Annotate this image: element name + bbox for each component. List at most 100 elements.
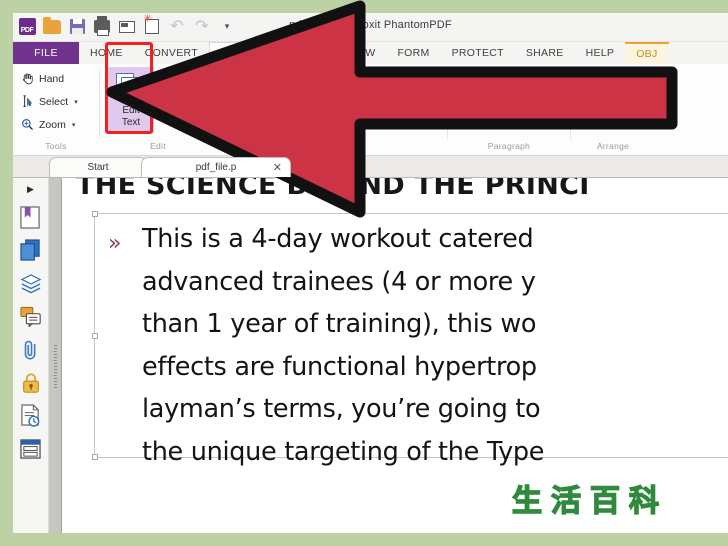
- justify-icon: [541, 75, 556, 88]
- chevron-down-icon[interactable]: ▾: [287, 103, 291, 111]
- decrease-indent-button[interactable]: [482, 95, 507, 118]
- tab-file[interactable]: FILE: [13, 42, 79, 64]
- ribbon: Hand Select ▾ Zoom ▾ Tools Edit Text Edi…: [13, 42, 728, 156]
- tab-protect[interactable]: PROTECT: [441, 42, 515, 64]
- edit-object-button[interactable]: Edit Obj...: [160, 67, 206, 133]
- ribbon-group-edit: Edit Text Edit Obj... Edit: [100, 64, 216, 155]
- align-right-button[interactable]: [509, 70, 534, 93]
- tab-form[interactable]: FORM: [386, 42, 440, 64]
- digital-signature-icon[interactable]: [18, 399, 44, 432]
- svg-text:A: A: [514, 102, 518, 108]
- tab-object[interactable]: OBJ: [625, 42, 669, 64]
- body-line: This is a 4-day workout catered: [142, 224, 534, 254]
- align-left-button[interactable]: [455, 70, 480, 93]
- ribbon-group-arrange: Arrange Rotate Arrange: [571, 64, 655, 155]
- application-window: PDF ↶ ↷ ▾ pdf_file.pdf - Foxit PhantomPD…: [13, 13, 728, 533]
- resize-handle-middle-left[interactable]: [92, 332, 98, 339]
- subscript-button[interactable]: X₂: [247, 101, 259, 113]
- pane-splitter[interactable]: [49, 178, 62, 533]
- watermark-url: www.bimeiz.com: [534, 514, 650, 530]
- font-name-combobox[interactable]: …-Book(Embedde ▾: [225, 72, 373, 92]
- attachments-icon[interactable]: [18, 333, 44, 366]
- rotate-button[interactable]: Rotate: [576, 96, 630, 121]
- align-center-icon: [487, 75, 502, 88]
- paragraph-spacing-icon: A B: [514, 102, 527, 112]
- tab-comment[interactable]: COMMENT: [258, 42, 336, 64]
- tool-select-label: Select: [39, 95, 69, 108]
- align-right-icon: [514, 75, 529, 88]
- group-label-arrange: Arrange: [596, 141, 630, 151]
- increase-indent-button[interactable]: [455, 95, 480, 118]
- arrange-button[interactable]: Arrange: [576, 71, 636, 96]
- tab-home[interactable]: HOME: [79, 42, 134, 64]
- line-spacing-button[interactable]: [536, 95, 561, 118]
- font-color-swatch: [265, 110, 278, 114]
- close-icon[interactable]: ✕: [273, 161, 282, 174]
- font-size-value: 14: [382, 76, 394, 88]
- security-lock-icon[interactable]: [18, 366, 44, 399]
- tab-help[interactable]: HELP: [575, 42, 626, 64]
- tab-convert[interactable]: CONVERT: [134, 42, 209, 64]
- doc-tab-pdf-file-label: pdf_file.p: [195, 162, 237, 173]
- edit-text-label-1: Edit: [122, 105, 140, 116]
- align-center-button[interactable]: [482, 70, 507, 93]
- fields-icon[interactable]: [18, 432, 44, 465]
- edit-object-label-2: Obj...: [171, 117, 195, 128]
- ribbon-group-font: …-Book(Embedde ▾ 14 ▾ X² X₂ A ▾ A ↔ Font: [217, 64, 447, 155]
- body-line: effects are functional hypertrop: [142, 351, 537, 382]
- tool-zoom[interactable]: Zoom ▾: [20, 113, 78, 136]
- chevron-down-icon[interactable]: ▾: [74, 98, 78, 106]
- rotate-icon: [580, 102, 594, 115]
- doc-tab-start-label: Start: [87, 162, 109, 173]
- superscript-button[interactable]: X²: [229, 101, 240, 113]
- tab-view[interactable]: VIEW: [336, 42, 386, 64]
- tab-edit[interactable]: EDIT: [208, 42, 259, 64]
- resize-handle-top-left[interactable]: [92, 211, 98, 217]
- splitter-grip[interactable]: [54, 344, 57, 389]
- character-spacing-button[interactable]: A ↔: [297, 98, 305, 116]
- tab-share[interactable]: SHARE: [515, 42, 575, 64]
- expand-panel-arrow-icon[interactable]: ▶: [27, 184, 34, 195]
- document-tab-bar[interactable]: Start pdf_file.p ✕: [13, 156, 728, 178]
- body-line: the unique targeting of the Type: [142, 436, 545, 467]
- justify-button[interactable]: [536, 70, 561, 93]
- increase-indent-icon: [459, 99, 476, 112]
- doc-tab-pdf-file[interactable]: pdf_file.p ✕: [141, 157, 291, 177]
- watermark: 生活百科 www.bimeiz.com: [482, 474, 728, 544]
- page-heading: THE SCIENCE BEHIND THE PRINCI: [76, 178, 590, 201]
- document-body-text[interactable]: This is a 4-day workout catered advanced…: [142, 218, 728, 473]
- group-label-font: Font: [322, 141, 342, 151]
- body-line: layman’s terms, you’re going to: [142, 394, 541, 424]
- ribbon-tab-strip[interactable]: FILE HOME CONVERT EDIT COMMENT VIEW FORM…: [13, 42, 728, 64]
- chevron-down-icon[interactable]: ▾: [72, 121, 76, 129]
- chevron-down-icon[interactable]: ▾: [360, 78, 370, 86]
- edit-text-icon: [116, 71, 153, 105]
- resize-handle-bottom-left[interactable]: [92, 454, 98, 460]
- bookmarks-icon[interactable]: [18, 201, 44, 234]
- font-color-label: A: [267, 99, 276, 112]
- font-size-combobox[interactable]: 14 ▾: [377, 72, 425, 92]
- edit-text-button[interactable]: Edit Text: [108, 67, 154, 133]
- tool-hand[interactable]: Hand: [20, 67, 78, 90]
- arrange-icon: [580, 77, 594, 90]
- arrange-label: Arrange: [599, 77, 637, 90]
- window-title: pdf_file.pdf - Foxit PhantomPDF: [289, 19, 452, 31]
- font-name-value: …-Book(Embedde: [230, 76, 313, 88]
- doc-tab-start[interactable]: Start: [49, 157, 147, 177]
- layers-icon[interactable]: [18, 267, 44, 300]
- spacing-arrows-icon: ↔: [297, 107, 306, 116]
- body-line: advanced trainees (4 or more y: [142, 266, 536, 297]
- chevron-down-icon[interactable]: ▾: [412, 78, 422, 86]
- body-line: than 1 year of training), this wo: [142, 309, 537, 339]
- comments-icon[interactable]: [18, 300, 44, 333]
- group-label-tools: Tools: [45, 141, 67, 151]
- select-text-icon: [20, 95, 35, 108]
- paragraph-spacing-button[interactable]: A B: [509, 95, 534, 118]
- tool-select[interactable]: Select ▾: [20, 90, 78, 113]
- group-label-edit: Edit: [150, 141, 166, 151]
- font-color-button[interactable]: A: [265, 99, 278, 114]
- edit-object-icon: [168, 71, 198, 105]
- pages-icon[interactable]: [18, 234, 44, 267]
- svg-text:B: B: [523, 102, 527, 108]
- navigation-pane[interactable]: ▶: [13, 178, 49, 533]
